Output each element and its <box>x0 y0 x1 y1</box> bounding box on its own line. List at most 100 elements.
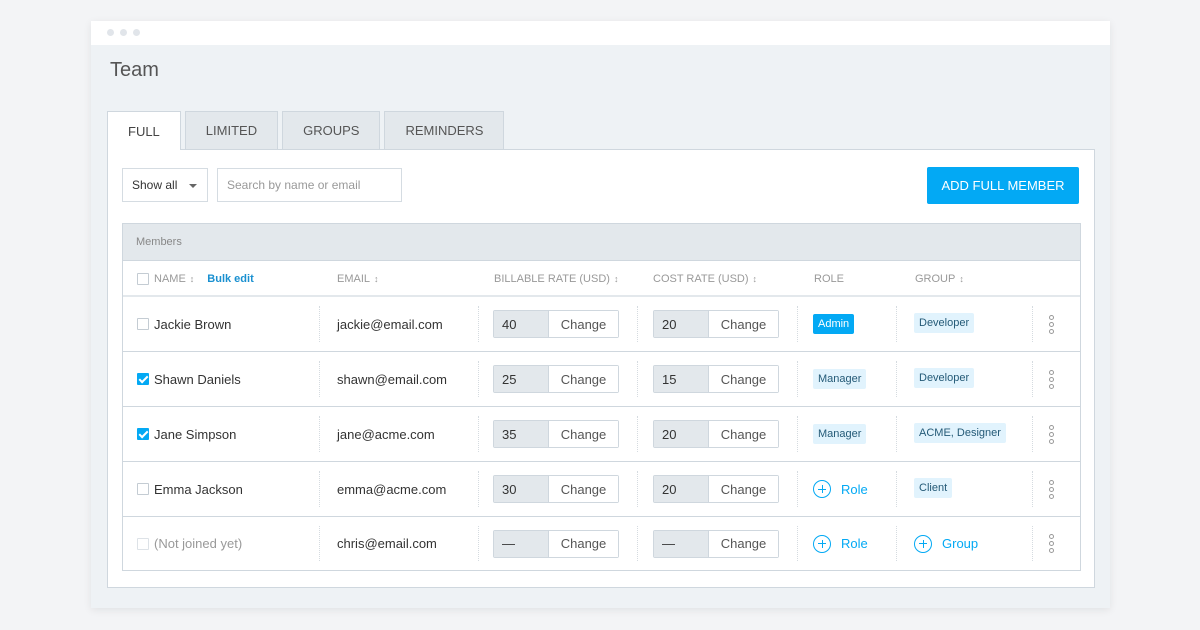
change-billable-rate-button[interactable]: Change <box>549 421 618 447</box>
table-row: Jackie Brown jackie@email.com 40 Change … <box>123 297 1080 352</box>
column-group-label[interactable]: GROUP <box>915 273 955 285</box>
change-billable-rate-button[interactable]: Change <box>549 311 618 337</box>
actions-cell <box>1049 352 1054 406</box>
change-cost-rate-button[interactable]: Change <box>709 530 778 557</box>
more-options-icon[interactable] <box>1049 369 1054 390</box>
group-badge[interactable]: Developer <box>914 312 975 333</box>
actions-cell <box>1049 517 1054 570</box>
table-row: Emma Jackson emma@acme.com 30 Change 20 … <box>123 462 1080 517</box>
sort-icon[interactable]: ↕ <box>959 274 964 284</box>
column-divider <box>1032 416 1033 452</box>
column-divider <box>319 471 320 507</box>
actions-cell <box>1049 297 1054 351</box>
billable-rate-cell: — Change <box>493 517 619 570</box>
column-divider <box>637 306 638 342</box>
row-checkbox[interactable] <box>137 318 149 330</box>
member-email: jane@acme.com <box>337 426 435 442</box>
change-cost-rate-button[interactable]: Change <box>709 311 778 337</box>
row-checkbox[interactable] <box>137 428 149 440</box>
add-role-label: Role <box>841 481 868 497</box>
row-checkbox[interactable] <box>137 537 149 550</box>
tab-groups[interactable]: GROUPS <box>282 111 381 149</box>
column-role-label: ROLE <box>814 273 844 285</box>
plus-circle-icon <box>914 534 932 553</box>
column-divider <box>478 471 479 507</box>
billable-rate-cell: 35 Change <box>493 407 619 461</box>
column-divider <box>319 526 320 561</box>
change-cost-rate-button[interactable]: Change <box>709 421 778 447</box>
more-options-icon[interactable] <box>1049 533 1054 554</box>
row-checkbox[interactable] <box>137 483 149 495</box>
more-options-icon[interactable] <box>1049 479 1054 500</box>
members-section-label: Members <box>123 224 1080 261</box>
tab-full[interactable]: FULL <box>107 111 181 150</box>
role-badge[interactable]: Manager <box>813 369 867 389</box>
more-options-icon[interactable] <box>1049 424 1054 445</box>
column-divider <box>797 361 798 397</box>
billable-rate-value: 30 <box>494 476 549 502</box>
email-cell: emma@acme.com <box>337 462 446 516</box>
name-cell: Shawn Daniels <box>137 352 241 406</box>
column-billable-rate-label[interactable]: BILLABLE RATE (USD) <box>494 273 610 285</box>
sort-icon[interactable]: ↕ <box>190 274 195 284</box>
member-email: shawn@email.com <box>337 371 448 387</box>
group-badge[interactable]: ACME, Designer <box>914 422 1006 443</box>
bulk-edit-link[interactable]: Bulk edit <box>207 273 253 285</box>
role-badge[interactable]: Manager <box>813 424 867 444</box>
add-full-member-button[interactable]: ADD FULL MEMBER <box>927 167 1079 204</box>
column-divider <box>319 416 320 452</box>
member-email: chris@email.com <box>337 536 437 551</box>
billable-rate-control: 35 Change <box>493 420 619 448</box>
more-options-icon[interactable] <box>1049 314 1054 335</box>
column-header-email: EMAIL ↕ <box>337 261 379 297</box>
name-cell: Emma Jackson <box>137 462 243 516</box>
role-cell: Role <box>813 462 868 516</box>
column-header-cost-rate: COST RATE (USD) ↕ <box>653 261 757 297</box>
add-group-button[interactable]: Group <box>914 534 978 553</box>
group-cell: ACME, Designer <box>914 407 1006 461</box>
email-cell: jane@acme.com <box>337 407 435 461</box>
member-name: Jackie Brown <box>154 316 232 332</box>
actions-cell <box>1049 462 1054 516</box>
role-badge[interactable]: Admin <box>813 314 855 334</box>
change-cost-rate-button[interactable]: Change <box>709 476 778 502</box>
change-billable-rate-button[interactable]: Change <box>549 476 618 502</box>
column-divider <box>637 416 638 452</box>
cost-rate-control: 20 Change <box>653 475 779 503</box>
tab-limited[interactable]: LIMITED <box>184 111 279 149</box>
row-checkbox[interactable] <box>137 373 149 385</box>
billable-rate-cell: 25 Change <box>493 352 619 406</box>
role-cell: Manager <box>813 352 867 406</box>
column-divider <box>319 361 320 397</box>
search-input[interactable] <box>217 168 402 202</box>
add-role-button[interactable]: Role <box>813 480 868 498</box>
group-badge[interactable]: Developer <box>914 367 975 388</box>
table-body: Jackie Brown jackie@email.com 40 Change … <box>123 297 1080 570</box>
sort-icon[interactable]: ↕ <box>753 274 758 284</box>
change-billable-rate-button[interactable]: Change <box>549 366 618 392</box>
sort-icon[interactable]: ↕ <box>374 274 379 284</box>
change-cost-rate-button[interactable]: Change <box>709 366 778 392</box>
column-divider <box>896 471 897 507</box>
filter-select[interactable]: Show all <box>122 168 208 202</box>
chevron-down-icon <box>189 184 197 188</box>
billable-rate-control: 25 Change <box>493 365 619 393</box>
billable-rate-value: 40 <box>494 311 549 337</box>
tab-reminders[interactable]: REMINDERS <box>384 111 505 149</box>
column-cost-rate-label[interactable]: COST RATE (USD) <box>653 273 749 285</box>
select-all-checkbox[interactable] <box>137 273 149 285</box>
group-badge[interactable]: Client <box>914 477 953 498</box>
cost-rate-cell: 20 Change <box>653 297 779 351</box>
column-divider <box>797 526 798 561</box>
change-billable-rate-button[interactable]: Change <box>549 530 618 557</box>
column-name-label[interactable]: NAME <box>154 273 186 285</box>
add-role-button[interactable]: Role <box>813 534 868 553</box>
column-divider <box>319 306 320 342</box>
member-name: Shawn Daniels <box>154 371 241 387</box>
sort-icon[interactable]: ↕ <box>614 274 619 284</box>
column-email-label[interactable]: EMAIL <box>337 273 370 285</box>
email-cell: shawn@email.com <box>337 352 447 406</box>
email-cell: chris@email.com <box>337 517 437 570</box>
window-dot-icon <box>107 29 114 36</box>
member-email: jackie@email.com <box>337 316 443 332</box>
